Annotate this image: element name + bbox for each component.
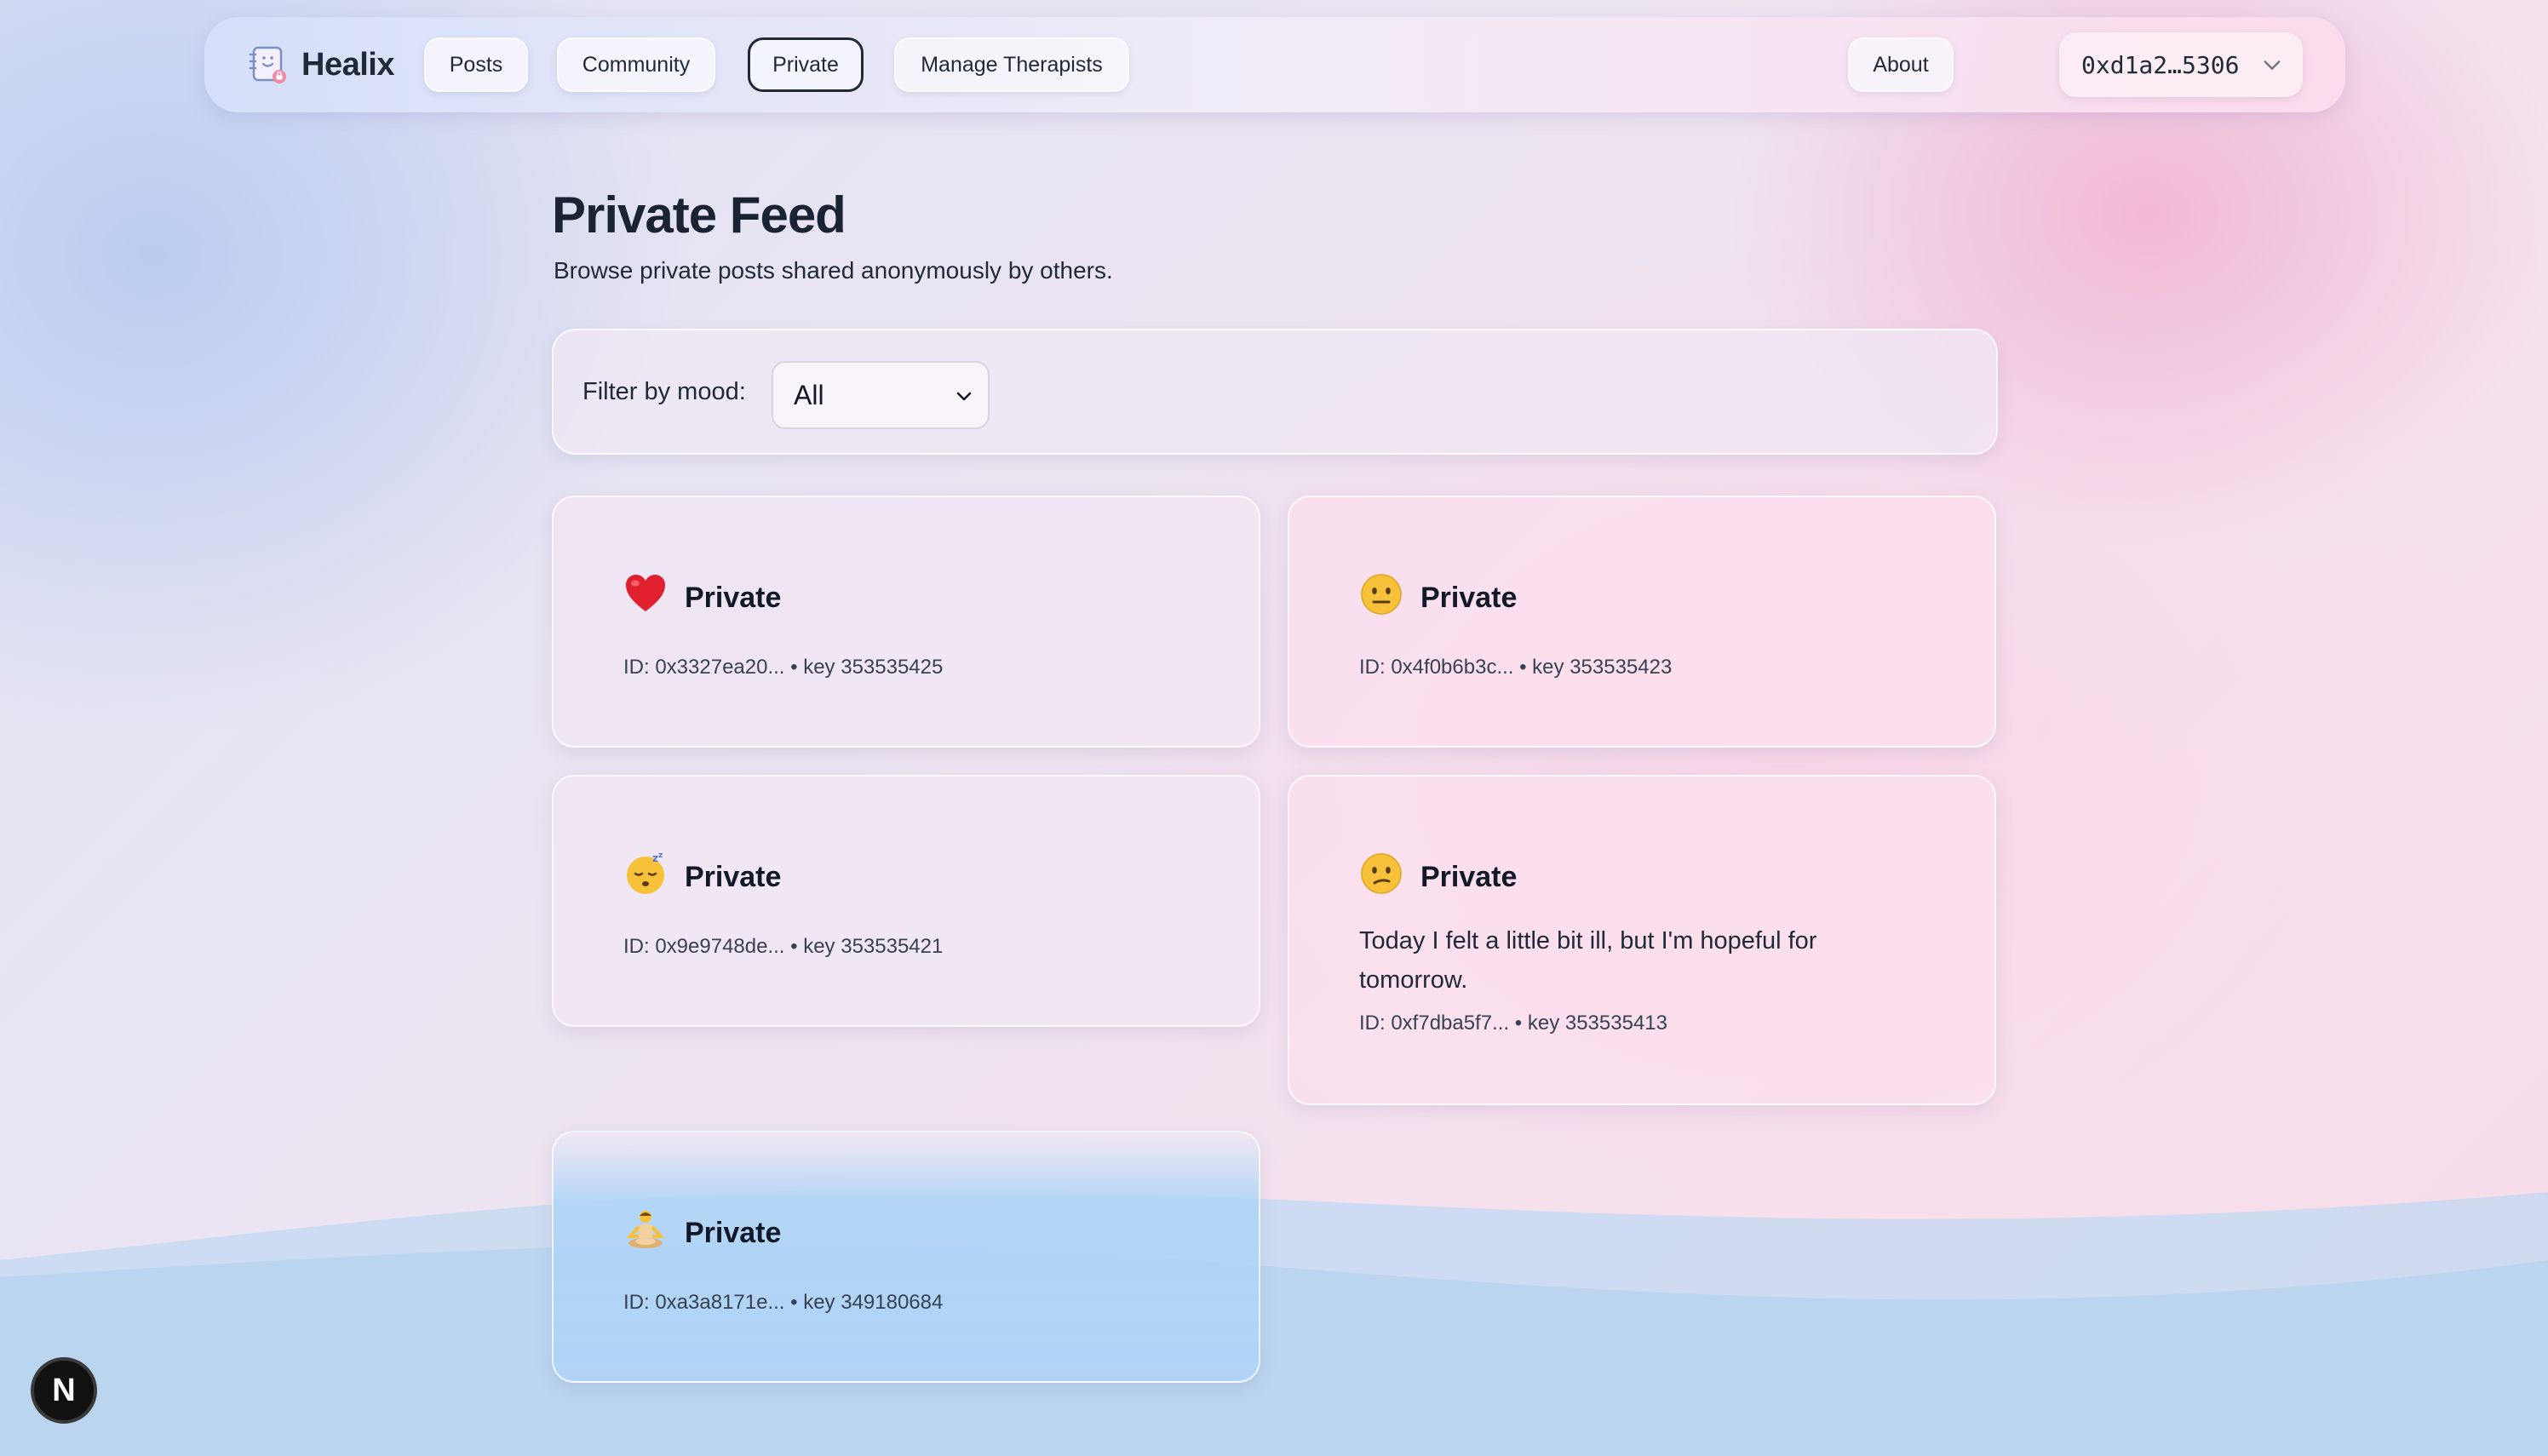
next-dev-badge[interactable]: N [31, 1357, 97, 1424]
post-card-header: Private [623, 1207, 781, 1252]
page-subtitle: Browse private posts shared anonymously … [554, 257, 1113, 284]
svg-text:z: z [658, 851, 663, 860]
confused-face-icon [1361, 853, 1402, 894]
wallet-address: 0xd1a2…5306 [2081, 50, 2240, 79]
chevron-down-icon [2264, 60, 2281, 70]
journal-logo-icon [249, 46, 286, 83]
post-card-header: Private [623, 572, 781, 616]
chevron-down-icon [956, 392, 972, 401]
mood-filter-select[interactable]: All [772, 361, 990, 429]
post-body: Today I felt a little bit ill, but I'm h… [1359, 927, 1817, 994]
post-card[interactable]: z z Private ID: 0x9e9748de... • key 3535… [552, 775, 1260, 1027]
mood-filter-value: All [794, 379, 824, 410]
filter-mood-label: Filter by mood: [582, 378, 746, 405]
post-card-header: z z Private [623, 851, 781, 896]
svg-text:z: z [652, 852, 658, 864]
post-card[interactable]: Private ID: 0xa3a8171e... • key 34918068… [552, 1131, 1260, 1383]
post-title: Private [1420, 860, 1518, 893]
post-card-header: Private [1359, 572, 1517, 616]
post-card[interactable]: Private Today I felt a little bit ill, b… [1288, 775, 1996, 1105]
brand[interactable]: Healix [245, 43, 394, 87]
brand-name: Healix [301, 46, 394, 83]
nav-community[interactable]: Community [557, 37, 715, 92]
page: Healix Posts Community Private Manage Th… [0, 0, 2548, 1456]
sleeping-face-icon: z z [627, 851, 664, 894]
post-card[interactable]: Private ID: 0x3327ea20... • key 35353542… [552, 496, 1260, 748]
nav-about[interactable]: About [1848, 37, 1954, 92]
post-title: Private [685, 860, 782, 893]
post-meta: ID: 0x4f0b6b3c... • key 353535423 [1359, 656, 1673, 679]
meditating-person-icon [626, 1211, 665, 1248]
post-card[interactable]: Private ID: 0x4f0b6b3c... • key 35353542… [1288, 496, 1996, 748]
nav-posts[interactable]: Posts [424, 37, 528, 92]
page-title: Private Feed [552, 186, 846, 244]
neutral-face-icon [1361, 574, 1402, 615]
post-meta: ID: 0xf7dba5f7... • key 353535413 [1359, 1012, 1667, 1035]
post-title: Private [1420, 581, 1518, 614]
post-title: Private [685, 1216, 782, 1249]
post-title: Private [685, 581, 782, 614]
post-meta: ID: 0xa3a8171e... • key 349180684 [623, 1291, 944, 1314]
nav-manage-therapists[interactable]: Manage Therapists [894, 37, 1129, 92]
nav-private[interactable]: Private [748, 37, 864, 92]
top-navbar: Healix Posts Community Private Manage Th… [204, 17, 2345, 112]
post-meta: ID: 0x3327ea20... • key 353535425 [623, 656, 944, 679]
wallet-account-button[interactable]: 0xd1a2…5306 [2059, 32, 2303, 97]
red-heart-icon [626, 575, 665, 611]
post-meta: ID: 0x9e9748de... • key 353535421 [623, 935, 944, 958]
filter-panel: Filter by mood: All [552, 329, 1998, 455]
post-card-header: Private [1359, 851, 1517, 896]
